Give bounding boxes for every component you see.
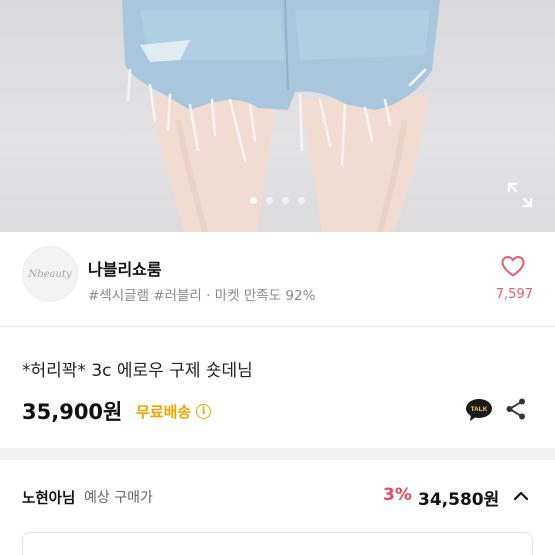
product-title: *허리꽉* 3c 에로우 구제 숏데님 [22, 361, 253, 381]
expand-icon[interactable] [505, 180, 535, 210]
seller-row[interactable]: Nbeauty 나블리쇼룸 #섹시글램 #러블리 · 마켓 만족도 92% 7,… [0, 232, 555, 326]
expected-price-row[interactable]: 노현아님 예상 구매가 3% 34,580원 [0, 460, 555, 532]
price-detail-panel [22, 532, 533, 555]
info-icon[interactable]: i [196, 404, 212, 419]
seller-logo[interactable]: Nbeauty [22, 246, 78, 302]
carousel-dot[interactable] [266, 197, 273, 204]
share-icon[interactable] [505, 397, 527, 421]
carousel-dot[interactable] [250, 197, 257, 204]
section-gap [0, 448, 555, 460]
carousel-indicator [0, 197, 555, 204]
chevron-up-icon[interactable] [512, 487, 530, 505]
member-name: 노현아님 [22, 491, 76, 507]
seller-name[interactable]: 나블리쇼룸 [88, 256, 162, 280]
talk-icon[interactable]: TALK [465, 398, 493, 422]
expected-price-label: 예상 구매가 [84, 490, 153, 506]
product-price: 35,900원 [22, 400, 123, 424]
heart-icon[interactable] [500, 254, 526, 278]
expected-price: 34,580원 [418, 490, 500, 510]
product-image[interactable] [0, 0, 555, 232]
like-count: 7,597 [495, 287, 533, 302]
divider [0, 326, 555, 327]
shipping-badge[interactable]: 무료배송 i [136, 401, 212, 422]
seller-tags: #섹시글램 #러블리 · 마켓 만족도 92% [88, 288, 316, 304]
carousel-dot[interactable] [298, 197, 305, 204]
shipping-label: 무료배송 [136, 403, 192, 421]
svg-text:TALK: TALK [471, 406, 488, 413]
discount-rate: 3% [383, 485, 412, 505]
carousel-dot[interactable] [282, 197, 289, 204]
